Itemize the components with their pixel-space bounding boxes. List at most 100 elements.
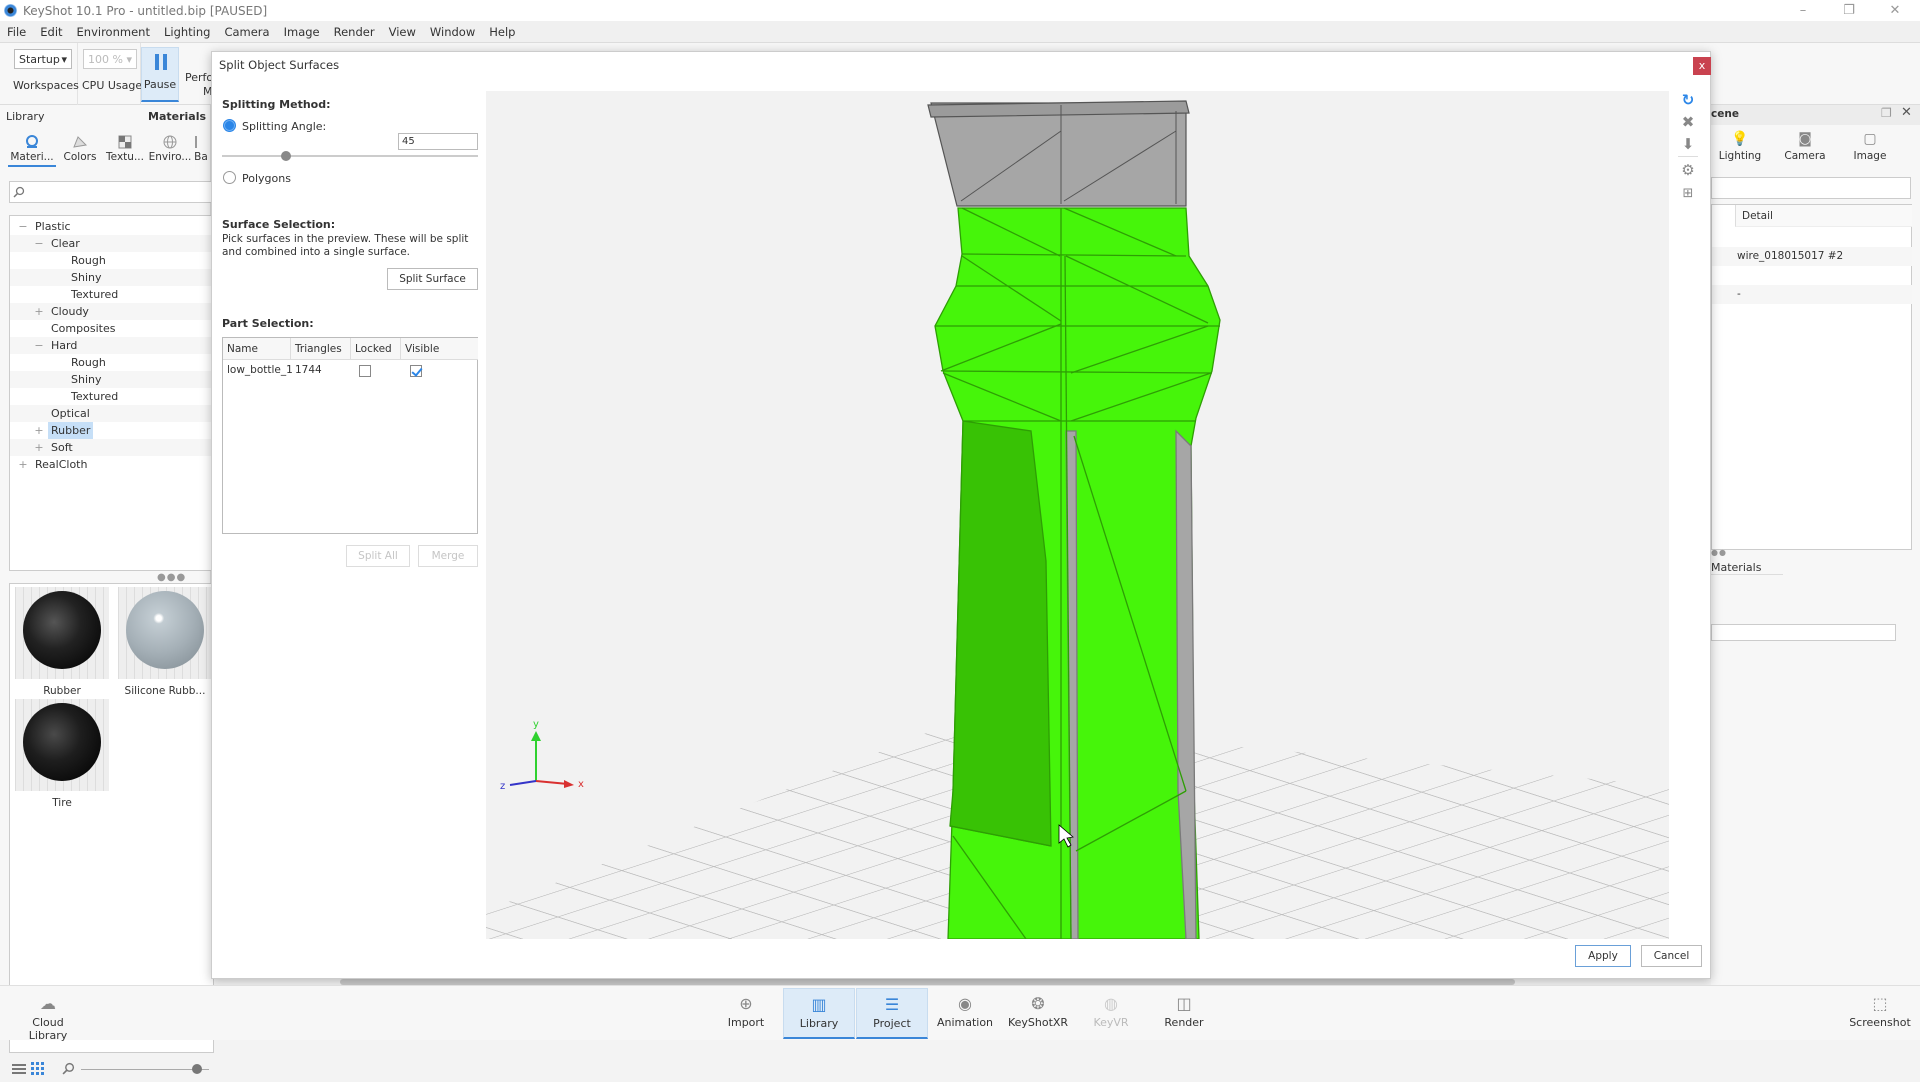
cpu-usage-select[interactable]: 100 % ▾	[83, 49, 137, 69]
tab-lighting[interactable]: 💡 Lighting	[1716, 131, 1764, 162]
apply-button[interactable]: Apply	[1575, 945, 1631, 967]
split-surface-button[interactable]: Split Surface	[387, 268, 478, 290]
detail-column-header[interactable]: Detail	[1735, 205, 1912, 227]
menu-window[interactable]: Window	[423, 25, 482, 39]
materials-tab[interactable]: Materials	[1711, 561, 1784, 575]
merge-button[interactable]: Merge	[418, 545, 478, 567]
splitting-angle-slider[interactable]	[222, 151, 478, 161]
menu-edit[interactable]: Edit	[33, 25, 69, 39]
tab-backplates[interactable]: Ba	[190, 131, 212, 167]
bottle-body-surface[interactable]	[934, 207, 1221, 939]
grid-options-icon[interactable]: ⊞	[1678, 184, 1698, 204]
maximize-button[interactable]: ❐	[1826, 0, 1872, 21]
library-search-input[interactable]	[9, 181, 214, 203]
tab-camera[interactable]: ◙ Camera	[1781, 131, 1829, 162]
panel-resize-dots[interactable]: ●●	[1711, 548, 1727, 557]
scene-search-input[interactable]	[1711, 177, 1911, 199]
tree-item[interactable]: − Clear	[10, 235, 213, 252]
collapse-icon[interactable]: −	[18, 218, 28, 235]
tab-textures[interactable]: Textu...	[101, 131, 149, 167]
menu-render[interactable]: Render	[327, 25, 382, 39]
menu-view[interactable]: View	[382, 25, 423, 39]
minimize-button[interactable]: –	[1780, 0, 1826, 21]
tree-item[interactable]: + Rubber	[10, 422, 213, 439]
tree-item[interactable]: + RealCloth	[10, 456, 213, 473]
split-all-button[interactable]: Split All	[346, 545, 410, 567]
expand-icon[interactable]: +	[34, 422, 44, 439]
visible-checkbox[interactable]	[410, 365, 422, 377]
tree-item[interactable]: Textured	[10, 388, 213, 405]
locked-checkbox[interactable]	[359, 365, 371, 377]
render-button[interactable]: ◫ Render	[1148, 988, 1220, 1039]
tree-item[interactable]: + Soft	[10, 439, 213, 456]
refresh-icon[interactable]: ↻	[1678, 90, 1698, 110]
tree-item[interactable]: Textured	[10, 286, 213, 303]
tab-colors[interactable]: Colors	[56, 131, 104, 167]
expand-icon[interactable]: +	[34, 439, 44, 456]
screenshot-button[interactable]: ⬚ Screenshot	[1844, 988, 1916, 1039]
tab-materials[interactable]: Materi...	[8, 131, 56, 167]
tree-item[interactable]: Shiny	[10, 371, 213, 388]
part-name-cell[interactable]: low_bottle_1	[223, 362, 293, 379]
thumbnail-silicone-rubber[interactable]: Silicone Rubb...	[118, 587, 212, 697]
bottle-3d-preview[interactable]: y x z	[486, 91, 1669, 939]
cancel-button[interactable]: Cancel	[1641, 945, 1702, 967]
settings-icon[interactable]: ⚙	[1678, 160, 1698, 180]
preview-viewport[interactable]: y x z	[486, 91, 1669, 939]
pause-button[interactable]: Pause	[141, 47, 179, 102]
tree-item[interactable]: − Plastic	[10, 218, 213, 235]
menu-lighting[interactable]: Lighting	[157, 25, 217, 39]
performance-mode-label[interactable]: Perfo	[185, 71, 213, 84]
menu-environment[interactable]: Environment	[70, 25, 157, 39]
fit-view-icon[interactable]: ✖	[1678, 112, 1698, 132]
workspace-select[interactable]: Startup ▾	[14, 49, 72, 69]
materials-field[interactable]	[1711, 624, 1896, 641]
splitting-angle-radio[interactable]	[223, 119, 236, 132]
import-button[interactable]: ⊕ Import	[710, 988, 782, 1039]
tab-image[interactable]: ▢ Image	[1846, 131, 1894, 162]
move-down-icon[interactable]: ⬇	[1678, 134, 1698, 154]
column-header-name[interactable]: Name	[223, 338, 291, 360]
menu-file[interactable]: File	[0, 25, 33, 39]
menu-camera[interactable]: Camera	[217, 25, 276, 39]
cloud-library-button[interactable]: ☁ Cloud Library	[12, 988, 84, 1042]
polygons-radio[interactable]	[223, 171, 236, 184]
keyshotxr-button[interactable]: ❂ KeyShotXR	[1002, 988, 1074, 1039]
expand-icon[interactable]: +	[34, 303, 44, 320]
library-button[interactable]: ▥ Library	[783, 988, 855, 1039]
column-header-visible[interactable]: Visible	[401, 338, 478, 360]
splitting-angle-input[interactable]: 45	[398, 133, 478, 150]
thumbnail-size-slider[interactable]	[81, 1064, 209, 1074]
animation-button[interactable]: ◉ Animation	[929, 988, 1001, 1039]
scene-row[interactable]: wire_018015017 #2	[1712, 247, 1912, 266]
close-panel-icon[interactable]: ✕	[1901, 105, 1912, 120]
dialog-close-button[interactable]: x	[1693, 57, 1711, 75]
project-button[interactable]: ☰ Project	[856, 988, 928, 1039]
thumbnail-rubber[interactable]: Rubber	[15, 587, 109, 697]
tree-item[interactable]: Rough	[10, 354, 213, 371]
tree-item[interactable]: Rough	[10, 252, 213, 269]
tree-item[interactable]: + Cloudy	[10, 303, 213, 320]
bottle-cap-surface[interactable]	[927, 100, 1190, 207]
close-window-button[interactable]: ✕	[1872, 0, 1918, 21]
list-view-icon[interactable]	[12, 1063, 26, 1075]
more-dots-handle[interactable]: ●●●	[157, 572, 186, 583]
tree-item[interactable]: Composites	[10, 320, 213, 337]
tree-item[interactable]: Shiny	[10, 269, 213, 286]
expand-icon[interactable]: +	[18, 456, 28, 473]
thumbnail-size-slider-thumb[interactable]	[192, 1064, 202, 1074]
scene-row[interactable]	[1712, 266, 1912, 285]
tab-environments[interactable]: Enviro...	[146, 131, 194, 167]
scene-row[interactable]: -	[1712, 285, 1912, 304]
column-header-locked[interactable]: Locked	[351, 338, 401, 360]
tree-item[interactable]: − Hard	[10, 337, 213, 354]
undock-icon[interactable]: ❐	[1881, 106, 1892, 120]
scene-row[interactable]	[1712, 228, 1912, 247]
menu-help[interactable]: Help	[482, 25, 522, 39]
grid-view-icon[interactable]	[31, 1062, 44, 1075]
menu-image[interactable]: Image	[277, 25, 327, 39]
tree-item[interactable]: Optical	[10, 405, 213, 422]
thumbnail-tire[interactable]: Tire	[15, 699, 109, 809]
collapse-icon[interactable]: −	[34, 337, 44, 354]
keyvr-button[interactable]: ◍ KeyVR	[1075, 988, 1147, 1039]
